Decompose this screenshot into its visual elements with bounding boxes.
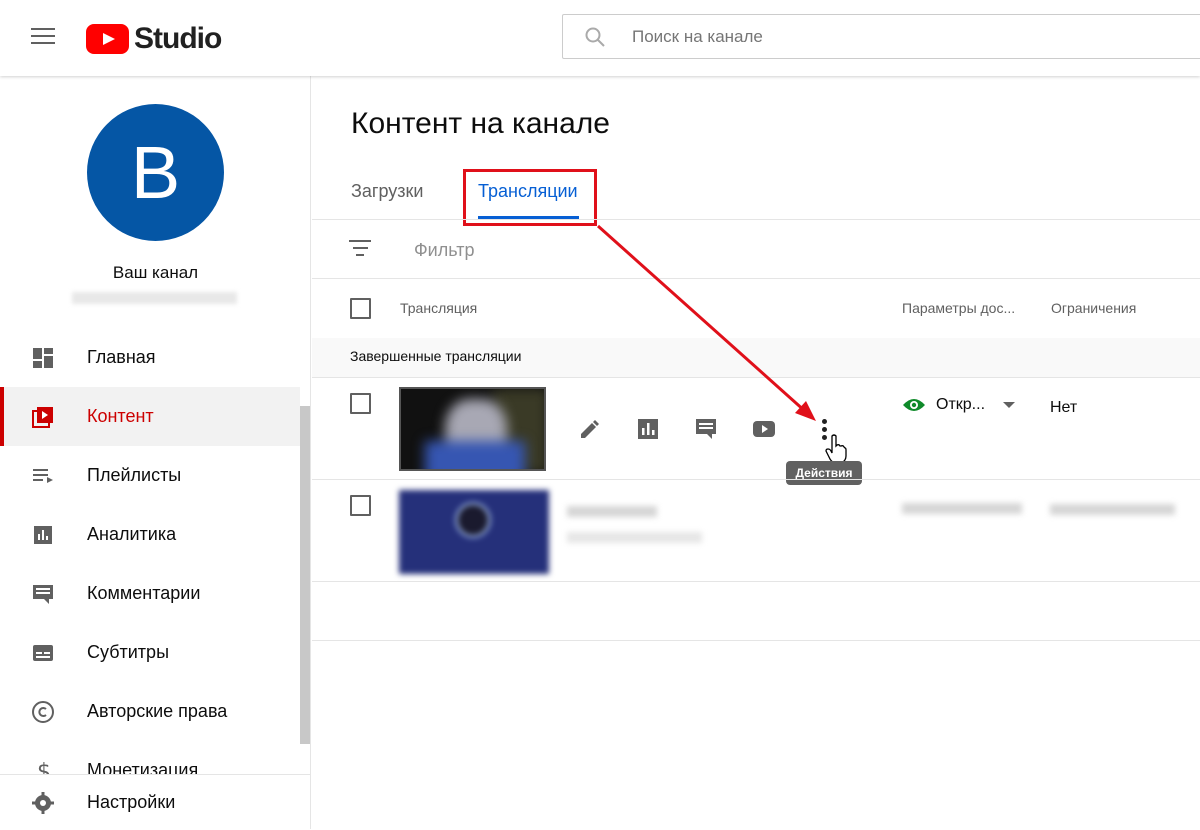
subtitles-icon bbox=[33, 644, 53, 661]
sidebar-item-label: Плейлисты bbox=[87, 465, 182, 485]
blurred-restrictions bbox=[1050, 504, 1175, 515]
actions-tooltip: Действия bbox=[786, 461, 862, 485]
sidebar-nav: Главная Контент Плейлисты Аналитика Комм… bbox=[0, 328, 300, 800]
eye-icon bbox=[903, 399, 925, 411]
sidebar-item-copyright[interactable]: Авторские права bbox=[0, 682, 300, 741]
filter-input[interactable]: Фильтр bbox=[414, 240, 474, 261]
section-title: Завершенные трансляции bbox=[350, 348, 522, 364]
gear-icon bbox=[32, 791, 54, 814]
blurred-title bbox=[567, 506, 657, 517]
sidebar-item-subtitles[interactable]: Субтитры bbox=[0, 623, 300, 682]
channel-label: Ваш канал bbox=[112, 263, 199, 282]
column-header-visibility[interactable]: Параметры дос... bbox=[902, 300, 1015, 316]
analytics-icon[interactable] bbox=[636, 417, 660, 441]
search-input[interactable]: Поиск на канале bbox=[632, 27, 763, 47]
youtube-logo-icon bbox=[86, 24, 129, 54]
sidebar-item-analytics[interactable]: Аналитика bbox=[0, 505, 300, 564]
sidebar-item-comments[interactable]: Комментарии bbox=[0, 564, 300, 623]
row-checkbox[interactable] bbox=[350, 393, 371, 414]
comment-icon bbox=[33, 584, 53, 604]
sidebar-item-settings[interactable]: Настройки bbox=[0, 775, 310, 830]
page-title: Контент на канале bbox=[351, 107, 610, 140]
sidebar-item-label: Контент bbox=[87, 406, 154, 426]
playlist-icon bbox=[33, 468, 53, 483]
sidebar-item-dashboard[interactable]: Главная bbox=[0, 328, 300, 387]
main-content: Контент на канале Загрузки Трансляции Фи… bbox=[312, 76, 1200, 829]
sidebar-item-label: Аналитика bbox=[87, 524, 177, 544]
blurred-description bbox=[567, 532, 702, 543]
top-bar: Studio Поиск на канале bbox=[0, 0, 1200, 76]
menu-icon[interactable] bbox=[31, 28, 55, 46]
divider bbox=[312, 640, 1200, 641]
divider bbox=[312, 581, 1200, 582]
analytics-icon bbox=[34, 525, 52, 544]
search-icon bbox=[585, 27, 605, 47]
edit-icon[interactable] bbox=[578, 417, 602, 441]
sidebar-item-label: Авторские права bbox=[87, 701, 228, 721]
dashboard-icon bbox=[33, 347, 53, 368]
avatar[interactable]: B bbox=[87, 104, 224, 241]
column-header-restrictions[interactable]: Ограничения bbox=[1051, 300, 1136, 316]
comment-icon[interactable] bbox=[694, 417, 718, 441]
chevron-down-icon bbox=[1003, 402, 1016, 408]
select-all-checkbox[interactable] bbox=[350, 298, 371, 319]
divider bbox=[312, 377, 1200, 378]
youtube-icon[interactable] bbox=[752, 417, 776, 441]
video-thumbnail[interactable] bbox=[399, 387, 546, 471]
row-checkbox[interactable] bbox=[350, 495, 371, 516]
sidebar-item-label: Настройки bbox=[87, 792, 176, 812]
blurred-visibility bbox=[902, 503, 1022, 514]
search-box[interactable]: Поиск на канале bbox=[562, 14, 1200, 59]
column-header-stream[interactable]: Трансляция bbox=[400, 300, 477, 316]
sidebar-scrollbar[interactable] bbox=[300, 406, 310, 744]
channel-name-blurred bbox=[72, 292, 237, 304]
sidebar-item-label: Главная bbox=[87, 347, 156, 367]
video-thumbnail[interactable] bbox=[399, 490, 549, 574]
highlight-box bbox=[463, 169, 597, 226]
visibility-dropdown[interactable]: Откр... bbox=[902, 396, 1016, 414]
divider bbox=[312, 219, 1200, 220]
sidebar-settings: Настройки bbox=[0, 774, 310, 829]
filter-icon[interactable] bbox=[349, 240, 371, 258]
sidebar: B Ваш канал Главная Контент Плейлисты Ан… bbox=[0, 76, 311, 829]
sidebar-item-content[interactable]: Контент bbox=[0, 387, 300, 446]
visibility-value: Откр... bbox=[936, 396, 986, 413]
restrictions-value: Нет bbox=[1050, 399, 1078, 416]
hand-cursor-icon bbox=[825, 434, 847, 464]
sidebar-item-label: Комментарии bbox=[87, 583, 201, 603]
copyright-icon bbox=[32, 700, 54, 723]
sidebar-item-playlists[interactable]: Плейлисты bbox=[0, 446, 300, 505]
divider bbox=[312, 278, 1200, 279]
sidebar-item-label: Субтитры bbox=[87, 642, 170, 662]
divider bbox=[312, 479, 1200, 480]
youtube-studio-logo[interactable]: Studio bbox=[86, 22, 222, 56]
logo-text: Studio bbox=[134, 22, 222, 55]
content-icon bbox=[32, 406, 53, 428]
tab-uploads[interactable]: Загрузки bbox=[351, 181, 423, 202]
